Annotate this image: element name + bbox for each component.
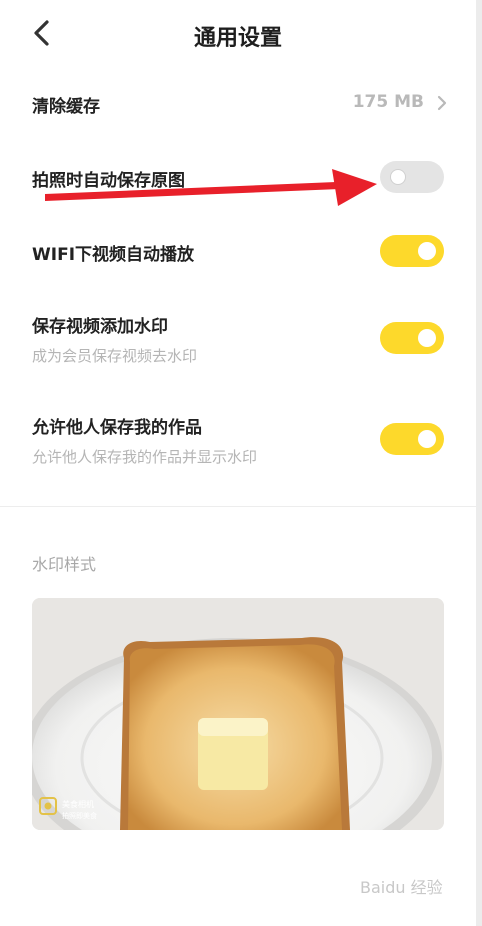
clear-cache-label: 清除缓存 xyxy=(32,97,100,117)
toggle-knob xyxy=(418,430,436,448)
wifi-autoplay-label: WIFI下视频自动播放 xyxy=(32,245,195,265)
preview-logo-text-2: 拍照即美食 xyxy=(62,811,97,820)
watermark-video-toggle[interactable] xyxy=(380,322,444,354)
chevron-right-icon[interactable] xyxy=(436,92,448,114)
toggle-knob xyxy=(390,169,406,185)
baidu-jingyan-watermark: Baidu 经验 xyxy=(360,878,443,897)
allow-save-label: 允许他人保存我的作品 xyxy=(32,418,202,438)
watermark-video-sublabel: 成为会员保存视频去水印 xyxy=(32,347,198,365)
page-title: 通用设置 xyxy=(193,26,282,51)
cache-size-value: 175 MB xyxy=(352,92,424,112)
watermark-video-label: 保存视频添加水印 xyxy=(32,317,168,337)
toggle-knob xyxy=(418,329,436,347)
allow-save-toggle[interactable] xyxy=(380,423,444,455)
top-bar: 通用设置 xyxy=(0,0,482,70)
watermark-preview-image: 美食相机 拍照即美食 xyxy=(32,598,444,830)
toggle-knob xyxy=(418,242,436,260)
allow-save-sublabel: 允许他人保存我的作品并显示水印 xyxy=(32,448,258,466)
toast-photo: 美食相机 拍照即美食 xyxy=(32,598,444,830)
preview-logo-text-1: 美食相机 xyxy=(62,799,94,809)
right-edge-strip xyxy=(476,0,482,926)
red-arrow-annotation xyxy=(45,169,377,206)
section-divider xyxy=(0,506,476,507)
watermark-style-title: 水印样式 xyxy=(32,555,97,574)
wifi-autoplay-toggle[interactable] xyxy=(380,235,444,267)
save-original-toggle[interactable] xyxy=(380,161,444,193)
